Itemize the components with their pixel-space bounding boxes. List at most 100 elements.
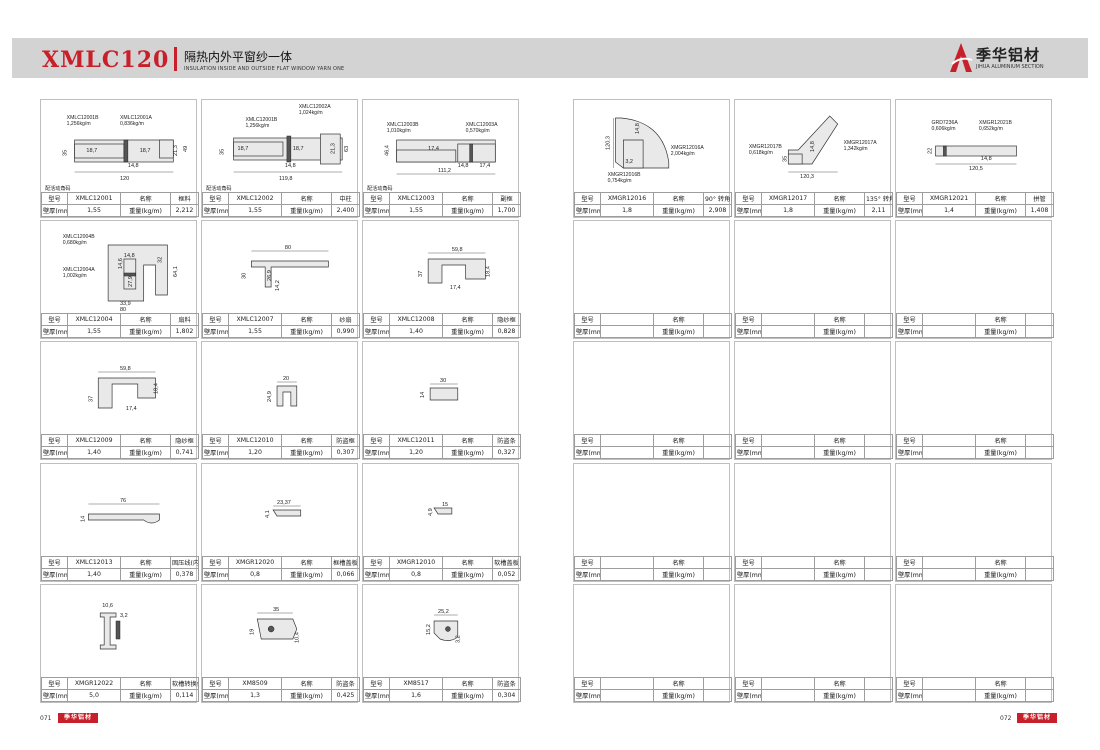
name-label: 名称 <box>120 556 171 569</box>
name-value: 防盗条 <box>492 434 521 447</box>
profile-drawing: 23,37 4,1 <box>202 464 357 559</box>
dimension-label: 59,8 <box>452 247 463 253</box>
profile-section <box>433 507 453 515</box>
spec-table: 型号 名称壁厚(mm) 重量(kg/m) <box>574 677 732 702</box>
name-label: 名称 <box>120 192 171 205</box>
profile-card: XMLC12002A 1,024kg/m XMLC12001B 1,256kg/m 35… <box>201 99 360 218</box>
name-value: 防盗条 <box>331 677 360 690</box>
thickness-label: 壁厚(mm) <box>735 689 762 702</box>
profile-drawing <box>574 585 729 680</box>
spec-table: 型号XMLC12010名称防盗框壁厚(mm)1,20重量(kg/m)0,307 <box>202 434 360 459</box>
dimension-label: 14,8 <box>458 163 469 169</box>
dimension-label: 17,4 <box>479 163 490 169</box>
name-label: 名称 <box>653 313 704 326</box>
profile-drawing <box>735 464 890 559</box>
profile-cross-section <box>574 221 729 316</box>
model-label: 型号 <box>574 556 601 569</box>
profile-cross-section <box>896 464 1051 559</box>
part-weight: 1,010kg/m <box>387 128 411 134</box>
name-label: 名称 <box>442 677 493 690</box>
dimension-label: 3,2 <box>456 635 462 643</box>
thickness-label: 壁厚(mm) <box>202 689 229 702</box>
model-value: XMLC12011 <box>389 434 443 447</box>
model-value <box>600 677 654 690</box>
weight-label: 重量(kg/m) <box>814 325 865 338</box>
name-value: 拼管 <box>1025 192 1054 205</box>
name-value: 中柱 <box>331 192 360 205</box>
profile-card: 型号 名称壁厚(mm) 重量(kg/m) <box>895 463 1054 582</box>
model-value <box>922 434 976 447</box>
weight-label: 重量(kg/m) <box>281 568 332 581</box>
model-label: 型号 <box>202 677 229 690</box>
profile-cross-section: XMLC12001B1,256kg/mXMLC12001A0,836kg/m35… <box>45 115 189 192</box>
model-value: XMLC12007 <box>228 313 282 326</box>
name-label: 名称 <box>814 313 865 326</box>
profile-cross-section: XMLC12002A1,024kg/mXMLC12001B1,256kg/m35… <box>206 104 350 192</box>
thickness-value: 1,55 <box>67 325 121 338</box>
profile-drawing: 25,2 15,2 3,2 <box>363 585 518 680</box>
dimension-label: 14,8 <box>635 123 641 134</box>
weight-label: 重量(kg/m) <box>975 204 1026 217</box>
weight-label: 重量(kg/m) <box>653 568 704 581</box>
dimension-label: 23,37 <box>277 500 291 506</box>
spec-table: 型号XMGR12022名称软槽转换件壁厚(mm)5,0重量(kg/m)0,114 <box>41 677 199 702</box>
name-value: 纱扇 <box>331 313 360 326</box>
dimension-label: 64,1 <box>173 266 179 277</box>
profile-cross-section <box>574 585 729 680</box>
dimension-label: 17,4 <box>126 406 137 412</box>
thickness-label: 壁厚(mm) <box>41 204 68 217</box>
model-value: XMLC12010 <box>228 434 282 447</box>
page-number-left: 071 <box>40 715 52 722</box>
weight-value <box>864 446 893 459</box>
thickness-label: 壁厚(mm) <box>896 446 923 459</box>
profile-cross-section: XMLC12003B1,010kg/mXMLC12003A0,570kg/m46… <box>367 122 498 192</box>
dimension-label: 25,2 <box>438 609 449 615</box>
name-value <box>1025 434 1054 447</box>
dimension-label: 17,4 <box>428 146 439 152</box>
profile-cross-section <box>735 342 890 437</box>
model-label: 型号 <box>41 677 68 690</box>
thickness-label: 壁厚(mm) <box>896 325 923 338</box>
spec-table: 型号XMLC12009名称隐纱框壁厚(mm)1,40重量(kg/m)0,741 <box>41 434 199 459</box>
dimension-label: 14 <box>80 516 86 522</box>
profile-section <box>256 618 298 640</box>
profile-cross-section: 23,37 4,1 <box>265 500 302 518</box>
dimension-label: 14,2 <box>275 280 281 291</box>
name-value: 软槽转换件 <box>170 677 199 690</box>
dimension-label: 14 <box>420 392 426 398</box>
name-label: 名称 <box>442 313 493 326</box>
thickness-label: 壁厚(mm) <box>735 446 762 459</box>
model-value: XMLC12003 <box>389 192 443 205</box>
spec-table: 型号XMGR12017名称135° 转角壁厚(mm)1,8重量(kg/m)2,1… <box>735 192 893 217</box>
name-value <box>1025 556 1054 569</box>
weight-label: 重量(kg/m) <box>281 325 332 338</box>
spec-table: 型号XM8517名称防盗条壁厚(mm)1,6重量(kg/m)0,304 <box>363 677 521 702</box>
part-weight: 1,342kg/m <box>844 146 868 152</box>
name-value <box>864 556 893 569</box>
model-value <box>761 313 815 326</box>
weight-value <box>703 446 732 459</box>
spec-table: 型号 名称壁厚(mm) 重量(kg/m) <box>574 556 732 581</box>
thickness-label: 壁厚(mm) <box>41 689 68 702</box>
dimension-label: 63 <box>344 146 350 152</box>
thickness-value: 1,4 <box>922 204 976 217</box>
profile-cross-section: 30 14 <box>420 378 459 401</box>
spec-table: 型号 名称壁厚(mm) 重量(kg/m) <box>574 434 732 459</box>
dimension-label: 30 <box>241 273 247 279</box>
model-label: 型号 <box>363 192 390 205</box>
spec-table: 型号XMGR12016名称90° 转角壁厚(mm)1,8重量(kg/m)2,90… <box>574 192 732 217</box>
weight-value: 0,378 <box>170 568 199 581</box>
model-value <box>600 434 654 447</box>
thickness-value <box>761 568 815 581</box>
model-value <box>761 556 815 569</box>
weight-value: 0,307 <box>331 446 360 459</box>
dimension-label: 14,8 <box>981 156 992 162</box>
weight-value: 0,304 <box>492 689 521 702</box>
name-value: 隐纱框 <box>492 313 521 326</box>
profile-drawing <box>735 221 890 316</box>
model-value: XMGR12020 <box>228 556 282 569</box>
name-value: 框料 <box>170 192 199 205</box>
thickness-label: 壁厚(mm) <box>41 325 68 338</box>
weight-label: 重量(kg/m) <box>814 446 865 459</box>
weight-value: 0,114 <box>170 689 199 702</box>
